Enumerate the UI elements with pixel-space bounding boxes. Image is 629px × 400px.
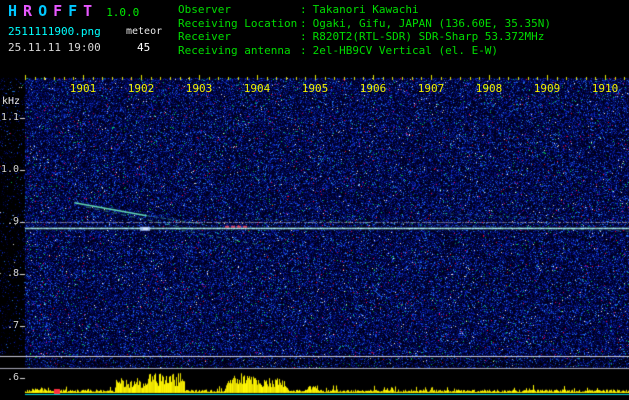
info-row-observer: Observer: Takanori Kawachi: [178, 3, 551, 17]
info-label: Observer: [178, 3, 231, 16]
info-separator: :: [300, 43, 307, 57]
logo-letter: F: [68, 2, 78, 20]
logo-letter: R: [23, 2, 33, 20]
x-tick-label: 1901: [69, 82, 97, 95]
meteor-count: 45: [137, 41, 151, 54]
info-row-antenna: Receiving antenna:2el-HB9CV Vertical (el…: [178, 44, 551, 58]
info-value: Takanori Kawachi: [312, 3, 419, 16]
y-tick-label: .7: [6, 320, 19, 331]
info-value: 2el-HB9CV Vertical (el. E-W): [312, 43, 499, 57]
y-tick-label: .6: [6, 372, 19, 383]
info-value: R820T2(RTL-SDR) SDR-Sharp 53.372MHz: [312, 30, 545, 43]
y-axis-unit: kHz: [2, 96, 21, 107]
x-tick-label: 1909: [533, 82, 561, 95]
file-name: 2511111900.png: [8, 25, 101, 38]
x-tick-label: 1902: [127, 82, 155, 95]
x-tick-label: 1908: [475, 82, 503, 95]
mode-label: meteor: [126, 26, 163, 37]
info-value: Ogaki, Gifu, JAPAN (136.60E, 35.35N): [312, 16, 552, 30]
logo-letter: H: [8, 2, 18, 20]
hrofft-screen: H R O F F T 1.0.0 2511111900.png meteor 25.11.…: [0, 0, 629, 400]
y-tick-label: .9: [6, 216, 19, 227]
info-label: Receiver: [178, 30, 231, 43]
info-separator: :: [300, 3, 307, 16]
logo-letter: F: [53, 2, 63, 20]
logo-letter: O: [38, 2, 48, 20]
y-tick-label: 1.0: [0, 164, 19, 175]
station-info: Observer: Takanori Kawachi Receiving Loca…: [178, 3, 551, 57]
info-label: Receiving Location: [178, 16, 298, 30]
x-tick-label: 1906: [359, 82, 387, 95]
y-tick-label: .8: [6, 268, 19, 279]
x-tick-label: 1910: [591, 82, 619, 95]
info-separator: :: [300, 16, 307, 30]
app-version: 1.0.0: [106, 6, 140, 19]
x-tick-label: 1904: [243, 82, 271, 95]
x-tick-label: 1907: [417, 82, 445, 95]
x-tick-label: 1903: [185, 82, 213, 95]
info-separator: :: [300, 30, 307, 43]
info-row-location: Receiving Location: Ogaki, Gifu, JAPAN (1…: [178, 17, 551, 31]
y-tick-label: 1.1: [0, 112, 19, 123]
timestamp: 25.11.11 19:00: [8, 41, 101, 54]
logo-letter: T: [83, 2, 93, 20]
spectrogram-canvas: [0, 0, 629, 400]
app-logo: H R O F F T 1.0.0: [8, 2, 139, 20]
info-row-receiver: Receiver: R820T2(RTL-SDR) SDR-Sharp 53.37…: [178, 30, 551, 44]
info-label: Receiving antenna: [178, 43, 291, 57]
x-tick-label: 1905: [301, 82, 329, 95]
